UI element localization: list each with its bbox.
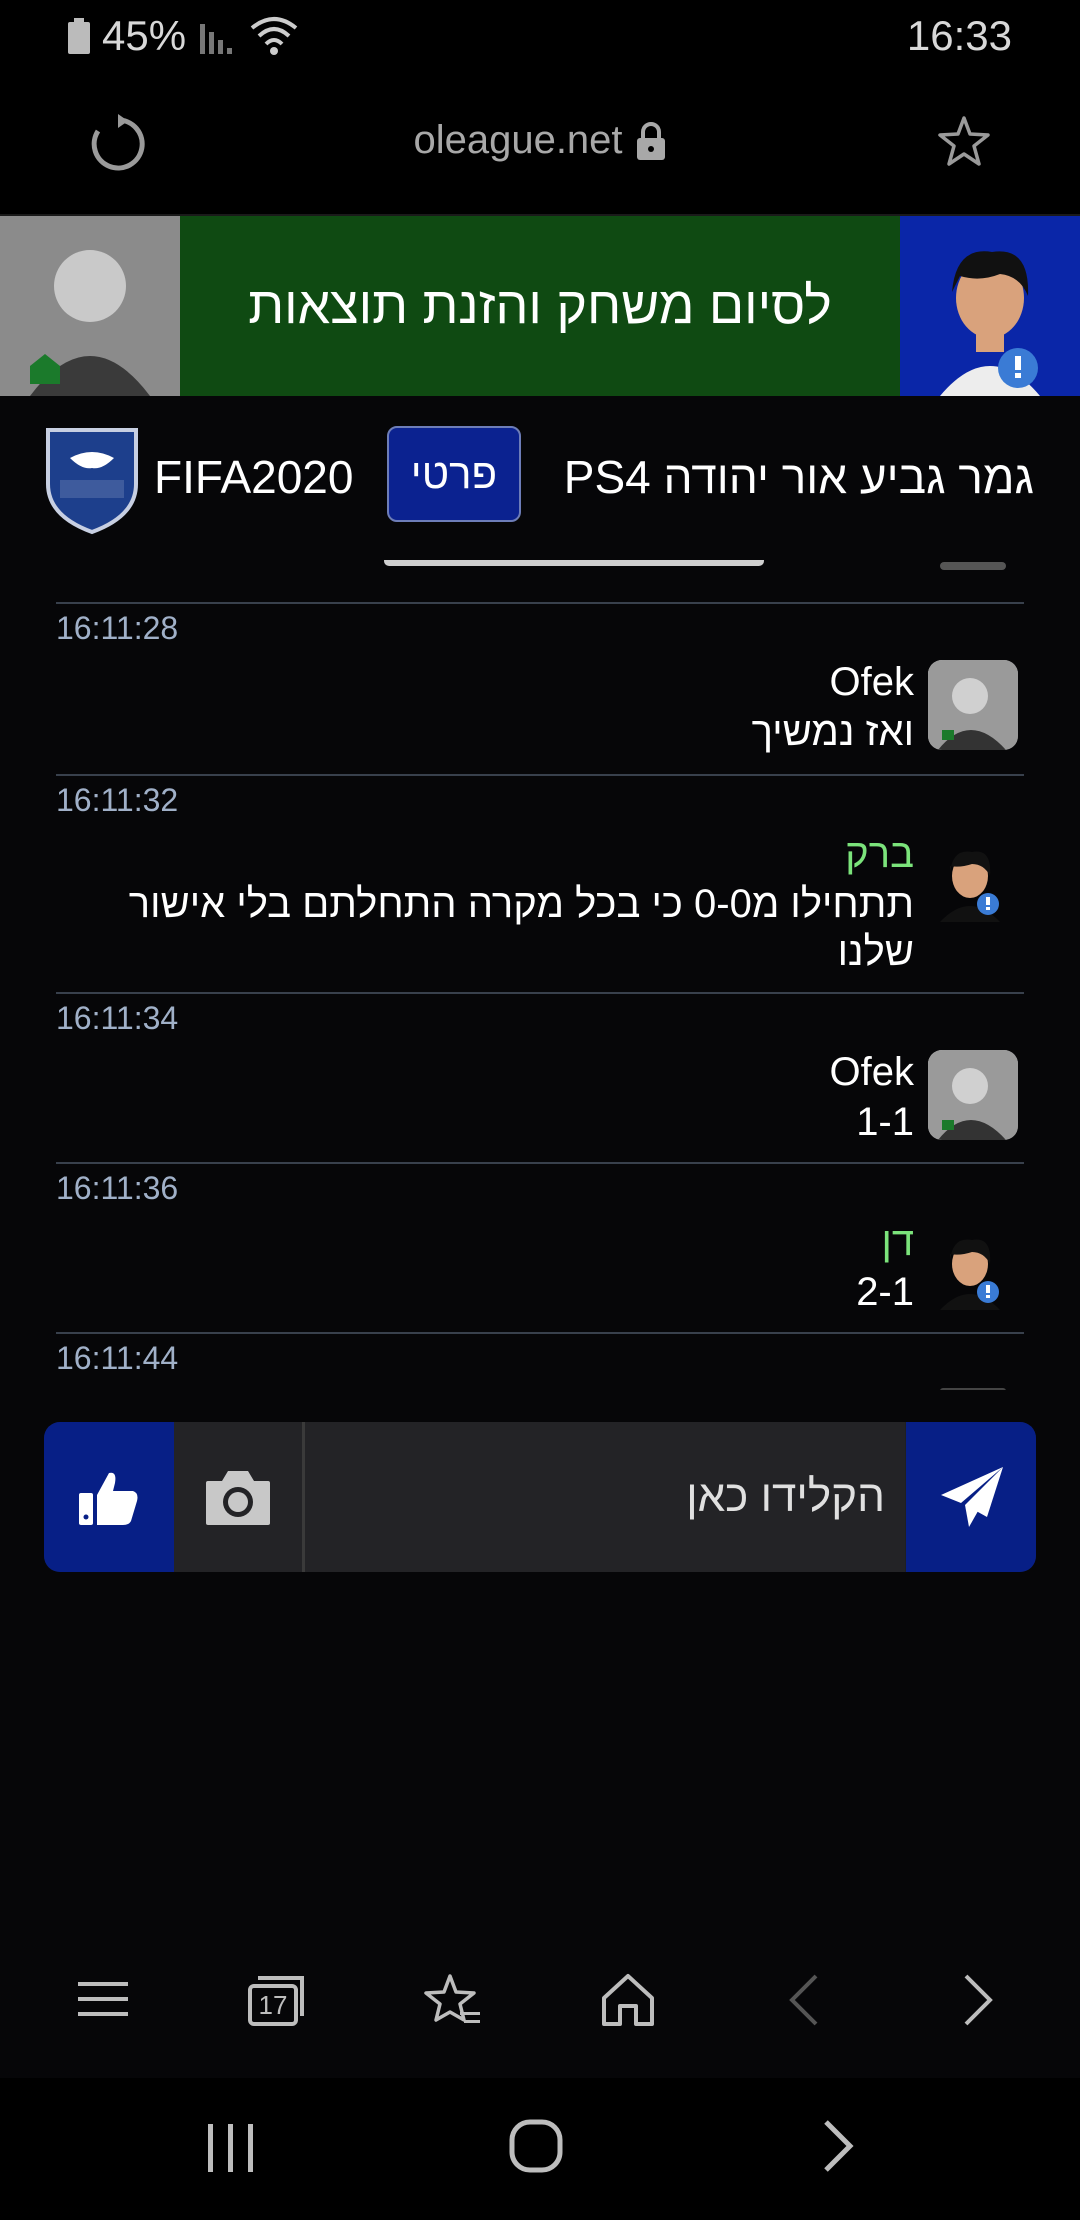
chat-message: 16:11:34 Ofek 1-1 xyxy=(56,992,1024,1164)
url-text: oleague.net xyxy=(413,118,623,162)
banner-photo xyxy=(0,216,180,396)
home-icon[interactable] xyxy=(600,1972,656,2028)
battery-icon xyxy=(68,18,90,54)
league-header: FIFA2020 פרטי גמר גביע אור יהודה PS4 xyxy=(0,400,1080,560)
message-author: Ofek xyxy=(829,660,914,704)
signal-icon xyxy=(200,24,232,54)
banner-title: לסיום משחק והזנת תוצאות xyxy=(248,277,832,335)
author-avatar xyxy=(928,660,1018,750)
clock: 16:33 xyxy=(906,12,1012,59)
chat-log[interactable]: 16:11:28 Ofek ואז נמשיך 16:11:32 ברק תתח… xyxy=(56,560,1024,1390)
status-bar: 45% 16:33 xyxy=(0,0,1080,72)
message-text: ואז נמשיך xyxy=(751,710,914,754)
message-text: 2-1 xyxy=(856,1270,914,1314)
author-avatar xyxy=(940,851,1000,922)
bookmark-star-icon[interactable] xyxy=(936,114,992,170)
author-avatar xyxy=(940,1239,1000,1310)
url-field[interactable]: oleague.net xyxy=(0,118,1080,163)
tabs-button[interactable]: 17 xyxy=(246,1972,306,2028)
message-timestamp: 16:11:44 xyxy=(56,1340,179,1376)
home-circle-icon[interactable] xyxy=(508,2118,564,2174)
league-logo xyxy=(46,428,138,535)
chat-message: 16:11:44 xyxy=(56,1332,1024,1390)
message-timestamp: 16:11:34 xyxy=(56,1000,179,1036)
private-badge: פרטי xyxy=(387,426,521,522)
browser-address-bar: oleague.net xyxy=(0,72,1080,216)
thumbs-up-icon xyxy=(79,1472,138,1525)
partial-message xyxy=(56,560,1024,576)
chat-message: 16:11:32 ברק תתחילו מ0-0 כי בכל מקרה התח… xyxy=(56,774,1024,992)
system-back-icon[interactable] xyxy=(820,2118,856,2174)
banner-avatar xyxy=(900,216,1080,396)
recents-icon[interactable] xyxy=(206,2122,256,2174)
lock-icon xyxy=(636,122,665,161)
forward-icon[interactable] xyxy=(960,1972,996,2028)
promo-banner[interactable]: לסיום משחק והזנת תוצאות xyxy=(0,216,1080,396)
message-text: 1-1 xyxy=(856,1100,914,1144)
menu-icon[interactable] xyxy=(76,1972,130,2026)
camera-icon xyxy=(206,1471,270,1525)
back-icon[interactable] xyxy=(786,1972,822,2028)
message-author: Ofek xyxy=(829,1050,914,1094)
chat-message: 16:11:36 דן 2-1 xyxy=(56,1162,1024,1334)
message-author: דן xyxy=(881,1220,914,1264)
message-text: תתחילו מ0-0 כי בכל מקרה התחלתם בלי אישור… xyxy=(128,882,914,974)
message-timestamp: 16:11:36 xyxy=(56,1170,179,1206)
like-button[interactable] xyxy=(44,1422,174,1572)
tabs-count: 17 xyxy=(258,1990,288,2020)
match-title: גמר גביע אור יהודה PS4 xyxy=(563,451,1034,503)
message-composer xyxy=(44,1422,1036,1572)
game-name: FIFA2020 xyxy=(154,451,354,503)
system-navigation-bar xyxy=(0,2078,1080,2220)
send-icon xyxy=(941,1467,1003,1527)
battery-percentage: 45% xyxy=(102,12,187,59)
camera-button[interactable] xyxy=(174,1422,305,1572)
chat-message: 16:11:28 Ofek ואז נמשיך xyxy=(56,602,1024,774)
message-input[interactable] xyxy=(305,1422,905,1572)
send-button[interactable] xyxy=(906,1422,1036,1572)
message-timestamp: 16:11:28 xyxy=(56,610,179,646)
author-avatar xyxy=(928,1050,1018,1140)
browser-toolbar: 17 xyxy=(0,1932,1080,2078)
bookmarks-icon[interactable] xyxy=(424,1972,482,2030)
message-author: ברק xyxy=(845,832,914,876)
wifi-icon xyxy=(250,17,298,55)
message-timestamp: 16:11:32 xyxy=(56,782,179,818)
